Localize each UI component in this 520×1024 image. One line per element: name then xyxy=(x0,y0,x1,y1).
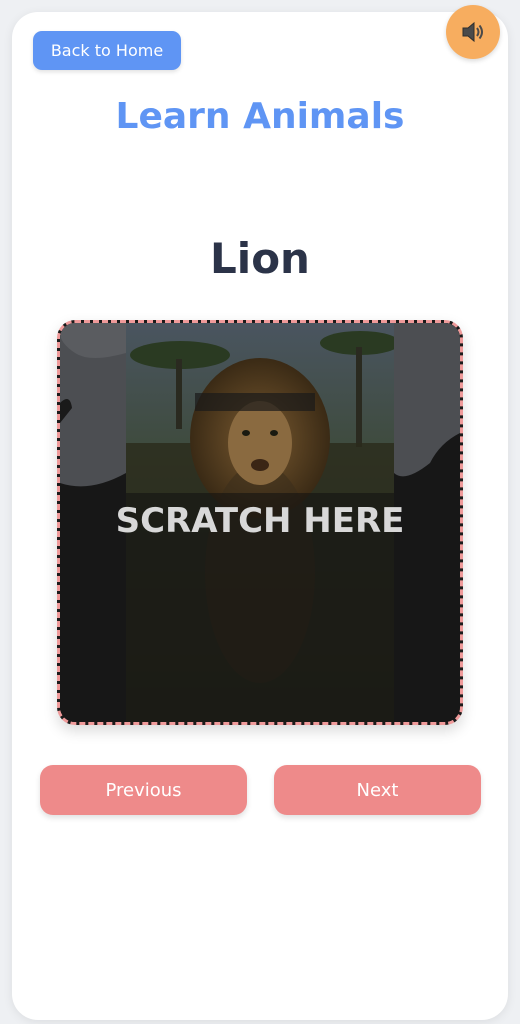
animal-name: Lion xyxy=(210,234,310,283)
back-to-home-button[interactable]: Back to Home xyxy=(33,31,181,70)
speaker-icon xyxy=(462,21,483,43)
scratch-card[interactable]: SCRATCH HERE xyxy=(57,320,463,725)
sound-button[interactable] xyxy=(446,5,500,59)
scratch-here-label: SCRATCH HERE xyxy=(115,501,405,541)
previous-button[interactable]: Previous xyxy=(40,765,247,815)
next-button[interactable]: Next xyxy=(274,765,481,815)
page-title: Learn Animals xyxy=(115,96,405,137)
